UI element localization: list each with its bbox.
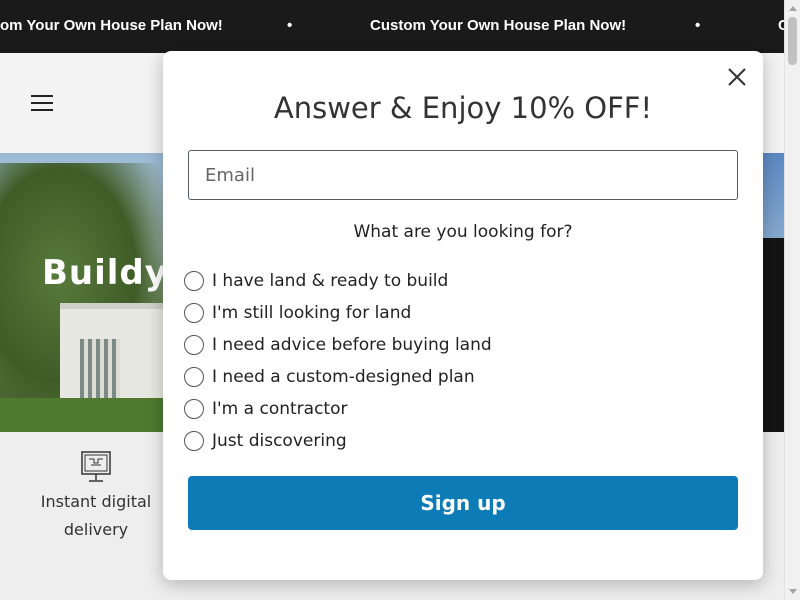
option-label: I have land & ready to build (212, 271, 449, 291)
hero-side-panel (763, 238, 784, 432)
announcement-message: Custom Your Own House Plan Now! (370, 17, 627, 34)
option-label: Just discovering (212, 431, 347, 451)
announcement-separator: • (695, 17, 701, 34)
option-custom-plan[interactable]: I need a custom-designed plan (184, 361, 584, 393)
sign-up-button[interactable]: Sign up (188, 476, 738, 530)
radio-button[interactable] (184, 303, 204, 323)
announcement-separator: • (287, 17, 293, 34)
scroll-up-arrow-icon[interactable] (789, 6, 797, 11)
survey-question: What are you looking for? (353, 222, 573, 242)
option-label: I'm still looking for land (212, 303, 412, 323)
modal-title: Answer & Enjoy 10% OFF! (273, 91, 653, 125)
close-icon[interactable] (725, 65, 749, 89)
email-input[interactable] (188, 150, 738, 200)
option-have-land[interactable]: I have land & ready to build (184, 265, 584, 297)
option-label: I need a custom-designed plan (212, 367, 475, 387)
hero-title: Buildy (42, 253, 168, 293)
radio-button[interactable] (184, 367, 204, 387)
option-need-advice[interactable]: I need advice before buying land (184, 329, 584, 361)
option-label: I need advice before buying land (212, 335, 492, 355)
radio-button[interactable] (184, 271, 204, 291)
discount-popup-modal: Answer & Enjoy 10% OFF! What are you loo… (163, 51, 763, 580)
option-contractor[interactable]: I'm a contractor (184, 393, 584, 425)
hamburger-menu-icon[interactable] (31, 95, 55, 113)
page-scrollbar[interactable] (784, 0, 800, 600)
feature-label: Instant digital delivery (40, 492, 152, 539)
radio-button[interactable] (184, 335, 204, 355)
survey-options: I have land & ready to build I'm still l… (184, 265, 584, 457)
blueprint-monitor-icon (80, 450, 112, 486)
radio-button[interactable] (184, 399, 204, 419)
announcement-bar: om Your Own House Plan Now! • Custom You… (0, 0, 784, 53)
radio-button[interactable] (184, 431, 204, 451)
hero-house-image (60, 303, 170, 413)
option-just-discovering[interactable]: Just discovering (184, 425, 584, 457)
option-label: I'm a contractor (212, 399, 348, 419)
announcement-message: om Your Own House Plan Now! (0, 17, 223, 34)
scrollbar-thumb[interactable] (788, 17, 797, 65)
scroll-down-arrow-icon[interactable] (789, 589, 797, 594)
option-looking-for-land[interactable]: I'm still looking for land (184, 297, 584, 329)
